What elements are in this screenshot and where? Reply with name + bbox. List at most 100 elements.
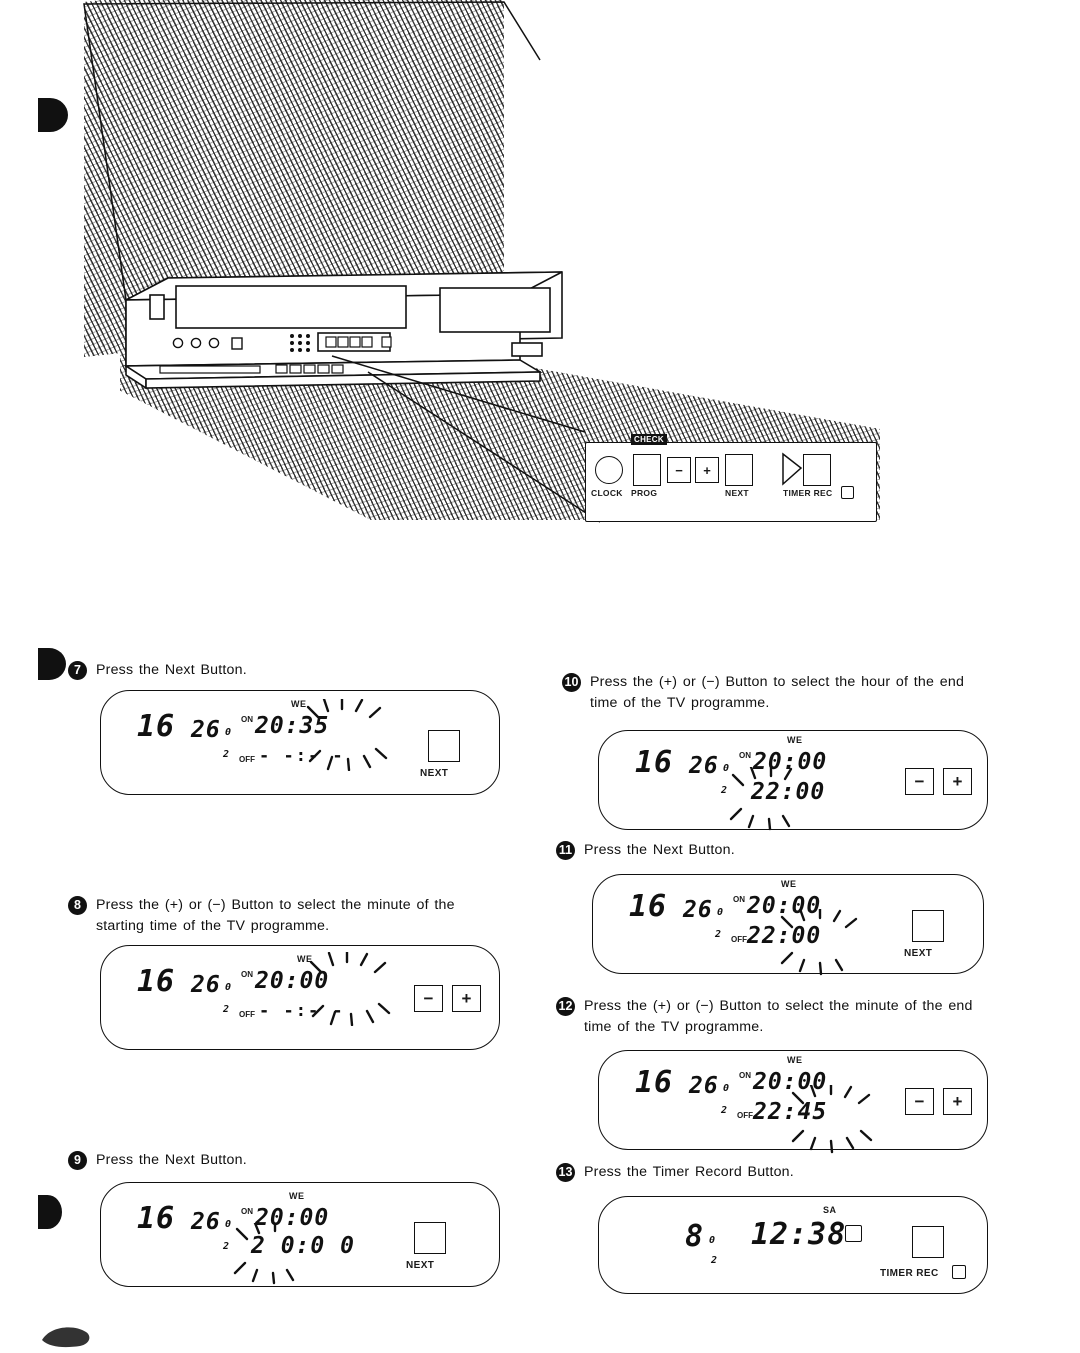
- callout-label-timer-rec: TIMER REC: [783, 488, 833, 498]
- check-badge: CHECK: [631, 434, 667, 445]
- step-11-on-label: ON: [733, 895, 745, 904]
- step-10-plus-button[interactable]: +: [943, 768, 972, 795]
- step-10-prog-no: 2: [721, 785, 729, 796]
- step-7-date: 26: [191, 717, 221, 743]
- step-7-day: WE: [291, 699, 307, 709]
- callout-label-next: NEXT: [725, 488, 749, 498]
- step-13-timer-icon: [845, 1225, 862, 1242]
- step-12-channel: 16: [635, 1065, 674, 1100]
- step-13-day: SA: [823, 1205, 837, 1215]
- step-12-minus-button[interactable]: −: [905, 1088, 934, 1115]
- step-9-day: WE: [289, 1191, 305, 1201]
- step-9-next-caption: NEXT: [406, 1260, 435, 1271]
- step-8-second-row: - -:- -: [259, 1001, 345, 1021]
- step-12-number: 12: [556, 997, 575, 1016]
- step-7-second-row: - -:- -: [259, 746, 345, 766]
- step-10-date-sub: 0: [723, 763, 731, 774]
- step-8-text: Press the (+) or (−) Button to select th…: [96, 897, 455, 934]
- step-11-start-time: 20:00: [747, 893, 822, 919]
- next-button[interactable]: [725, 454, 753, 486]
- vcr-illustration: CHECK − + CLOCK PROG NEXT TIMER REC: [0, 0, 1080, 600]
- step-13-clock-time: 12:38: [751, 1217, 847, 1252]
- step-11-prog-no: 2: [715, 929, 723, 940]
- step-7-off-label: OFF: [239, 755, 255, 764]
- step-11-text: Press the Next Button.: [584, 842, 735, 858]
- step-10-day: WE: [787, 735, 803, 745]
- page-bottom-artifact: [42, 1327, 90, 1348]
- step-11-next-button[interactable]: [912, 910, 944, 942]
- step-12-text: Press the (+) or (−) Button to select th…: [584, 998, 973, 1035]
- step-7-channel: 16: [137, 709, 176, 744]
- step-7-number: 7: [68, 661, 87, 680]
- step-10-on-label: ON: [739, 751, 751, 760]
- step-9: 9 Press the Next Button.: [68, 1150, 498, 1171]
- step-7-next-button[interactable]: [428, 730, 460, 762]
- step-10-date: 26: [689, 753, 719, 779]
- step-11-number: 11: [556, 841, 575, 860]
- step-13-timer-rec-button[interactable]: [912, 1226, 944, 1258]
- step-12-off-label: OFF: [737, 1111, 753, 1120]
- step-12-plus-button[interactable]: +: [943, 1088, 972, 1115]
- step-7-start-time: 20:35: [255, 713, 330, 739]
- step-8-plus-button[interactable]: +: [452, 985, 481, 1012]
- step-12-date-sub: 0: [723, 1083, 731, 1094]
- step-13-channel: 8: [685, 1219, 705, 1254]
- step-9-date-sub: 0: [225, 1219, 233, 1230]
- step-9-text: Press the Next Button.: [96, 1152, 247, 1168]
- step-8-number: 8: [68, 896, 87, 915]
- step-9-second-row: 2 0:0 0: [251, 1233, 355, 1259]
- step-11-off-label: OFF: [731, 935, 747, 944]
- step-9-next-button[interactable]: [414, 1222, 446, 1254]
- step-11-next-caption: NEXT: [904, 948, 933, 959]
- step-9-prog-no: 2: [223, 1241, 231, 1252]
- prog-button[interactable]: [633, 454, 661, 486]
- step-11-channel: 16: [629, 889, 668, 924]
- step-8-minus-button[interactable]: −: [414, 985, 443, 1012]
- callout-label-prog: PROG: [631, 488, 658, 498]
- step-8-start-time: 20:00: [255, 968, 330, 994]
- step-12-prog-no: 2: [721, 1105, 729, 1116]
- step-11-date-sub: 0: [717, 907, 725, 918]
- step-7-date-sub: 0: [225, 727, 233, 738]
- step-12-date: 26: [689, 1073, 719, 1099]
- step-10-number: 10: [562, 673, 581, 692]
- vcr-body-drawing: [83, 1, 601, 523]
- step-13-caption-clock-icon: [952, 1265, 966, 1279]
- step-9-number: 9: [68, 1151, 87, 1170]
- step-8-off-label: OFF: [239, 1010, 255, 1019]
- step-8-date: 26: [191, 972, 221, 998]
- step-11-second-row: 22:00: [747, 923, 822, 949]
- step-8-on-label: ON: [241, 970, 253, 979]
- step-12: 12 Press the (+) or (−) Button to select…: [556, 996, 996, 1037]
- step-10-text: Press the (+) or (−) Button to select th…: [590, 674, 965, 711]
- page-edge-mark-mid: [38, 648, 66, 680]
- step-7-prog-no: 2: [223, 749, 231, 760]
- step-13-date-sub: 0: [709, 1235, 717, 1246]
- step-8-day: WE: [297, 954, 313, 964]
- step-13-text: Press the Timer Record Button.: [584, 1164, 794, 1180]
- minus-button[interactable]: −: [667, 457, 691, 483]
- page-edge-mark-low: [38, 1195, 62, 1229]
- step-7-text: Press the Next Button.: [96, 662, 247, 678]
- step-12-second-row: 22:45: [753, 1099, 828, 1125]
- clock-button[interactable]: [595, 456, 623, 484]
- step-13-prog-no: 2: [711, 1255, 719, 1266]
- step-12-day: WE: [787, 1055, 803, 1065]
- step-11-day: WE: [781, 879, 797, 889]
- step-13-number: 13: [556, 1163, 575, 1182]
- control-panel-callout: CHECK − + CLOCK PROG NEXT TIMER REC: [585, 432, 880, 522]
- step-10-channel: 16: [635, 745, 674, 780]
- step-7-next-caption: NEXT: [420, 768, 449, 779]
- step-7: 7 Press the Next Button.: [68, 660, 498, 681]
- plus-button[interactable]: +: [695, 457, 719, 483]
- step-11: 11 Press the Next Button.: [556, 840, 988, 861]
- step-8: 8 Press the (+) or (−) Button to select …: [68, 895, 498, 936]
- step-13-timer-rec-caption: TIMER REC: [880, 1268, 939, 1279]
- step-8-date-sub: 0: [225, 982, 233, 993]
- step-10-minus-button[interactable]: −: [905, 768, 934, 795]
- step-8-prog-no: 2: [223, 1004, 231, 1015]
- step-12-on-label: ON: [739, 1071, 751, 1080]
- step-9-channel: 16: [137, 1201, 176, 1236]
- step-9-date: 26: [191, 1209, 221, 1235]
- step-8-channel: 16: [137, 964, 176, 999]
